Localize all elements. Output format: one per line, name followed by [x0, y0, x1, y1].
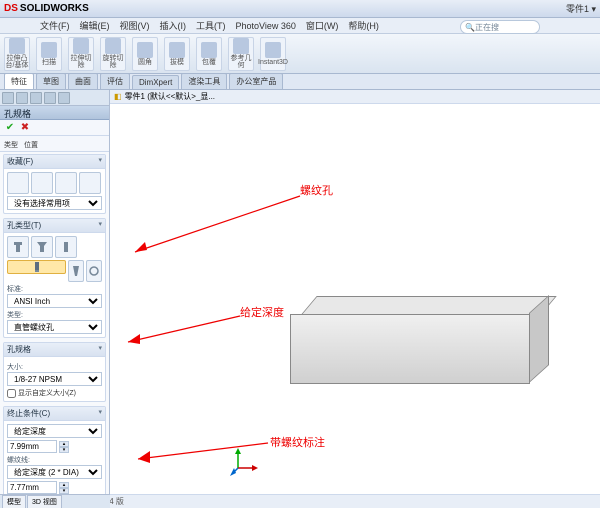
tab-evaluate[interactable]: 评估: [100, 73, 130, 89]
search-icon: 🔍: [465, 23, 475, 32]
thread-depth-input[interactable]: [7, 481, 57, 494]
ribbon-draft[interactable]: 拔模: [164, 37, 190, 71]
search-placeholder: 正在搜: [475, 22, 499, 33]
cancel-icon[interactable]: ✖: [19, 122, 31, 134]
ribbon: 拉伸凸台/基体 扫描 拉伸切除 旋转切除 圆角 拔模 包覆 参考几何 Insta…: [0, 34, 600, 74]
custom-size-checkbox[interactable]: 显示自定义大小(Z): [7, 388, 102, 398]
standard-select[interactable]: ANSI Inch: [7, 294, 102, 308]
fm-tab-dim-icon[interactable]: [44, 92, 56, 104]
tab-features[interactable]: 特征: [4, 73, 34, 89]
menu-photoview[interactable]: PhotoView 360: [236, 21, 296, 31]
fm-tab-strip: [0, 90, 109, 106]
graphics-area[interactable]: 螺纹孔 给定深度 带螺纹标注: [110, 104, 600, 494]
doc-name[interactable]: 零件1 ▾: [566, 2, 596, 15]
cube-icon: ◧: [114, 92, 122, 101]
tab-render[interactable]: 渲染工具: [181, 73, 227, 89]
tdepth-down[interactable]: ▾: [59, 488, 69, 494]
ribbon-wrap[interactable]: 包覆: [196, 37, 222, 71]
viewport[interactable]: ◧ 零件1 (默认<<默认>_显... 螺纹孔 给定深度 带螺纹标注: [110, 90, 600, 494]
fav-btn-4[interactable]: [79, 172, 101, 194]
search-box[interactable]: 🔍 正在搜: [460, 20, 540, 34]
annotation-given-depth: 给定深度: [240, 304, 284, 320]
ribbon-cut-revolve[interactable]: 旋转切除: [100, 37, 126, 71]
triad-icon: [230, 446, 260, 476]
ribbon-cut-extrude[interactable]: 拉伸切除: [68, 37, 94, 71]
endcond-select[interactable]: 给定深度: [7, 424, 102, 438]
title-bar: DS SOLIDWORKS 零件1 ▾: [0, 0, 600, 18]
thread-label: 螺纹线:: [7, 455, 102, 465]
holetype-countersink[interactable]: [31, 236, 53, 258]
holetype-hole[interactable]: [55, 236, 77, 258]
ok-icon[interactable]: ✔: [4, 122, 16, 134]
holetype-legacy[interactable]: [86, 260, 102, 282]
ribbon-sweep[interactable]: 扫描: [36, 37, 62, 71]
menu-edit[interactable]: 编辑(E): [80, 19, 110, 32]
standard-label: 标准:: [7, 284, 102, 294]
menu-window[interactable]: 窗口(W): [306, 19, 339, 32]
ribbon-instant3d[interactable]: Instant3D: [260, 37, 286, 71]
sect-favorite: 收藏(F) 没有选择常用项: [3, 154, 106, 214]
sect-endcond-header[interactable]: 终止条件(C): [4, 407, 105, 421]
command-tabs: 特征 草图 曲面 评估 DimXpert 渲染工具 办公室产品: [0, 74, 600, 90]
fm-tab-pm-icon[interactable]: [16, 92, 28, 104]
menu-insert[interactable]: 插入(I): [160, 19, 187, 32]
fm-tab-config-icon[interactable]: [30, 92, 42, 104]
sect-holetype: 孔类型(T) 标准: ANSI Inch 类型: 直管螺纹: [3, 218, 106, 338]
doc-tab[interactable]: 零件1 (默认<<默认>_显...: [125, 91, 215, 102]
fm-tab-tree-icon[interactable]: [2, 92, 14, 104]
type-select[interactable]: 直管螺纹孔: [7, 320, 102, 334]
fav-btn-3[interactable]: [55, 172, 77, 194]
depth-input[interactable]: [7, 440, 57, 453]
size-select[interactable]: 1/8-27 NPSM: [7, 372, 102, 386]
app-logo: DS: [4, 3, 18, 14]
ribbon-refgeom[interactable]: 参考几何: [228, 37, 254, 71]
property-manager: 孔规格 ✔ ✖ 类型 位置 收藏(F) 没有选择常用项: [0, 90, 110, 494]
depth-down[interactable]: ▾: [59, 447, 69, 453]
pm-title: 孔规格: [0, 106, 109, 120]
pm-tab-type[interactable]: 类型: [4, 140, 18, 150]
holetype-counterbore[interactable]: [7, 236, 29, 258]
sect-endcond: 终止条件(C) 给定深度 ▴▾ 螺纹线: 给定深度 (2 * DIA) ▴▾ 恢…: [3, 406, 106, 494]
tab-surface[interactable]: 曲面: [68, 73, 98, 89]
pm-tab-position[interactable]: 位置: [24, 140, 38, 150]
menu-view[interactable]: 视图(V): [120, 19, 150, 32]
favorite-select[interactable]: 没有选择常用项: [7, 196, 102, 210]
menu-tools[interactable]: 工具(T): [196, 19, 226, 32]
arrow-2: [120, 312, 245, 352]
sect-holetype-header[interactable]: 孔类型(T): [4, 219, 105, 233]
tab-office[interactable]: 办公室产品: [229, 73, 283, 89]
arrow-1: [125, 192, 305, 262]
holetype-straight-tap[interactable]: [7, 260, 66, 274]
pm-actions: ✔ ✖: [0, 120, 109, 136]
type-label: 类型:: [7, 310, 102, 320]
fm-tab-display-icon[interactable]: [58, 92, 70, 104]
sect-holespec: 孔规格 大小: 1/8-27 NPSM 显示自定义大小(Z): [3, 342, 106, 402]
sect-favorite-header[interactable]: 收藏(F): [4, 155, 105, 169]
tab-sketch[interactable]: 草图: [36, 73, 66, 89]
menu-file[interactable]: 文件(F): [40, 19, 70, 32]
doc-tab-bar: ◧ 零件1 (默认<<默认>_显...: [110, 90, 600, 104]
holetype-tapered-tap[interactable]: [68, 260, 84, 282]
tab-dimxpert[interactable]: DimXpert: [132, 75, 179, 89]
annotation-cosmetic-thread: 带螺纹标注: [270, 434, 325, 450]
fav-btn-2[interactable]: [31, 172, 53, 194]
ribbon-extrude[interactable]: 拉伸凸台/基体: [4, 37, 30, 71]
sect-holespec-header[interactable]: 孔规格: [4, 343, 105, 357]
menu-help[interactable]: 帮助(H): [348, 19, 379, 32]
size-label: 大小:: [7, 362, 102, 372]
ribbon-fillet[interactable]: 圆角: [132, 37, 158, 71]
model-block: [290, 314, 530, 389]
app-brand: SOLIDWORKS: [20, 3, 89, 14]
thread-select[interactable]: 给定深度 (2 * DIA): [7, 465, 102, 479]
fav-btn-1[interactable]: [7, 172, 29, 194]
